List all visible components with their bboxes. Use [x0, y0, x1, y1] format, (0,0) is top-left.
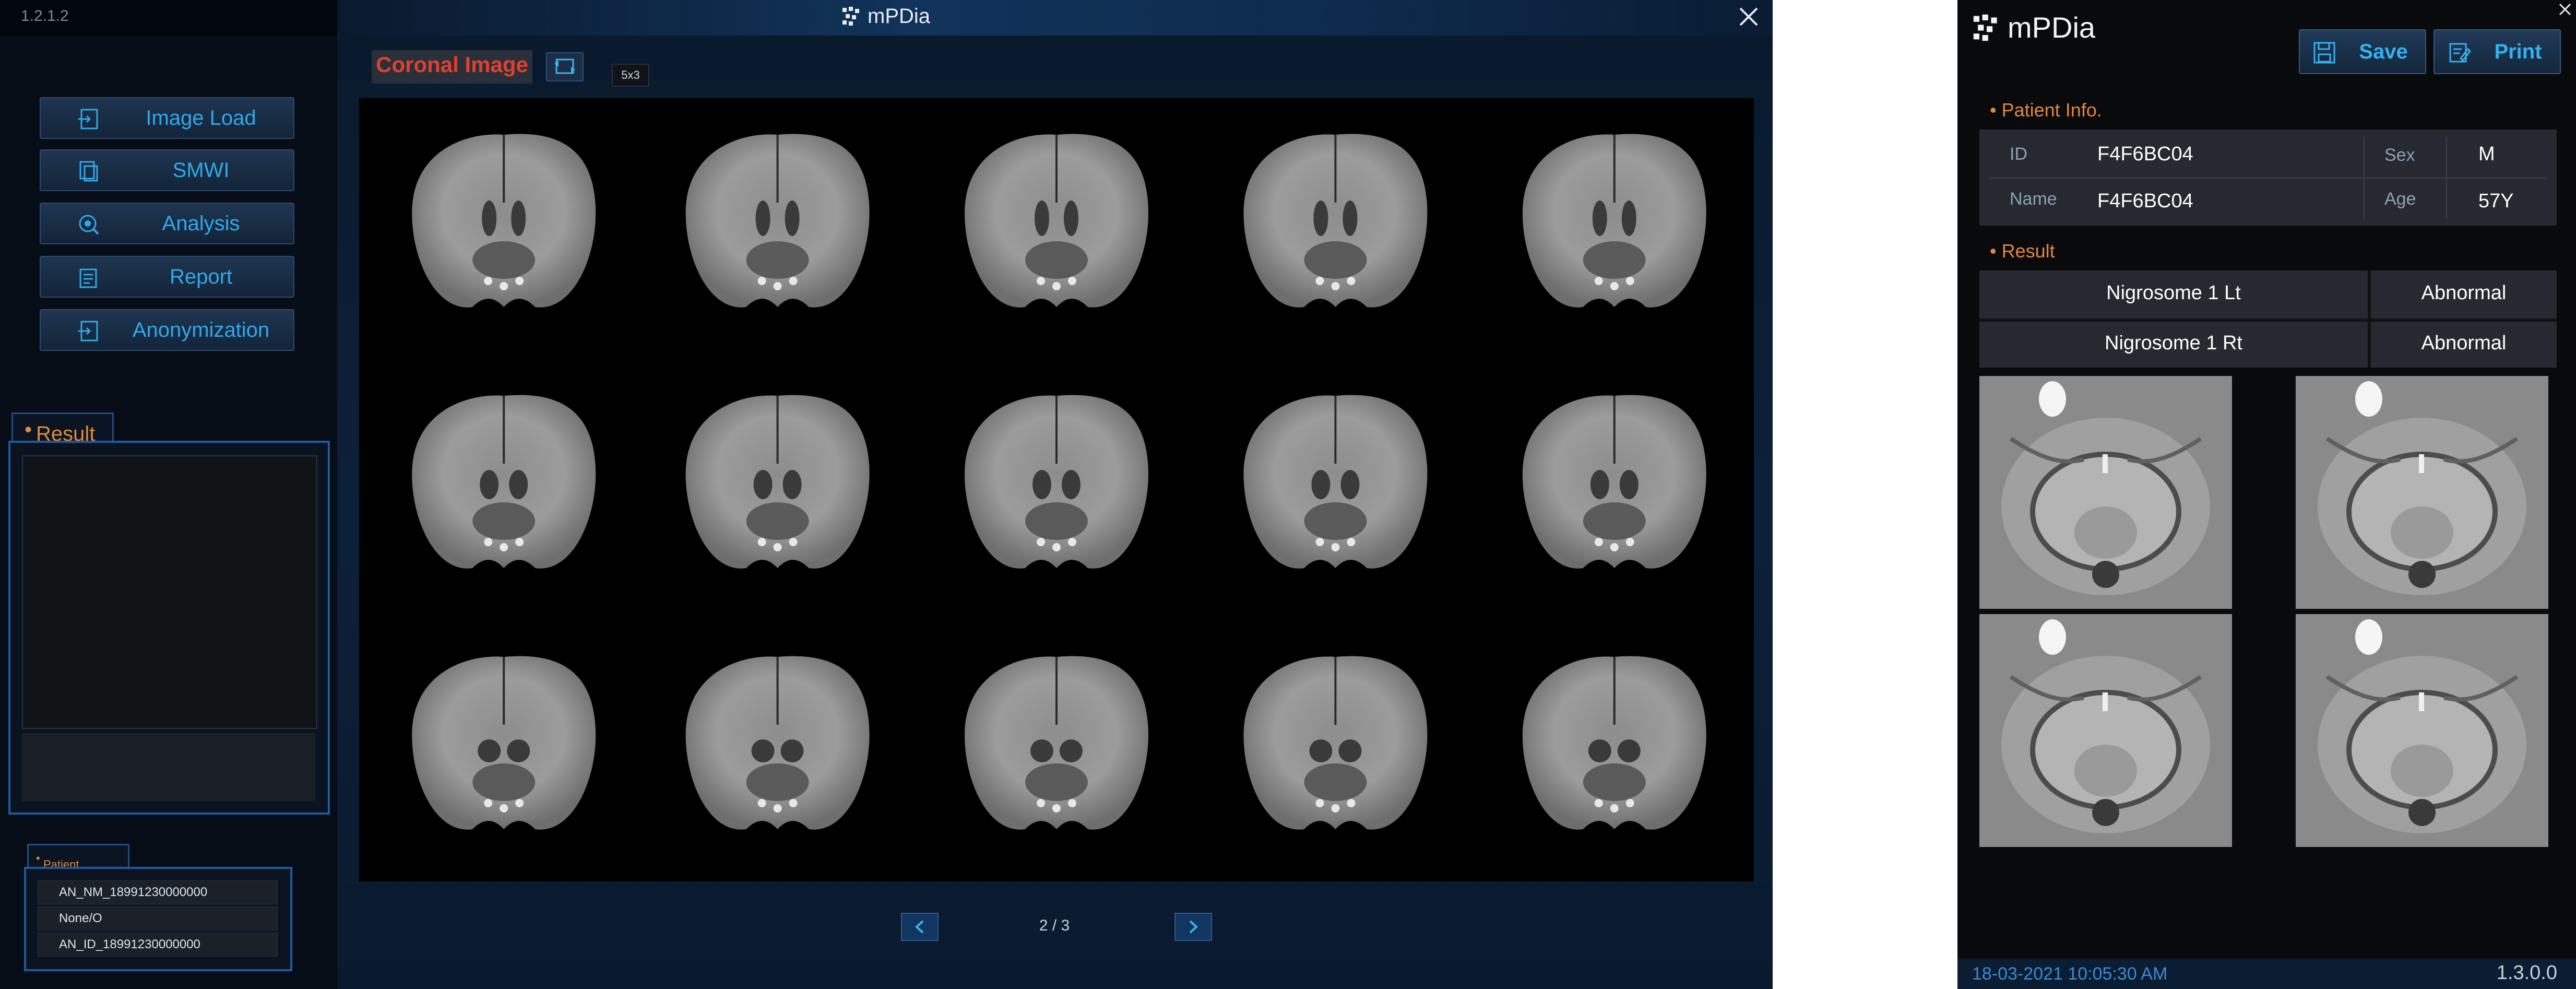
- mri-image-top-right: [2296, 376, 2548, 609]
- anonymization-icon: [78, 321, 98, 342]
- patient-info-tab: • Patient Info.: [27, 844, 129, 885]
- patient-sex-value: M: [2478, 143, 2495, 165]
- smwi-label: SMWI: [172, 158, 230, 182]
- coronal-slice: [965, 134, 1148, 308]
- coronal-slice-grid: [412, 134, 1706, 830]
- page-indicator: 2 / 3: [1039, 917, 1070, 934]
- analysis-button[interactable]: Analysis: [40, 203, 294, 244]
- result-tab: • Result: [11, 413, 114, 445]
- result-name: Nigrosome 1 Rt: [2105, 332, 2242, 354]
- version-label: 1.2.1.2: [21, 7, 69, 25]
- mri-image-top-left: [1979, 376, 2232, 609]
- patient-sex-age-row: None/O: [38, 906, 278, 931]
- patient-id-value: F4F6BC04: [2097, 143, 2193, 165]
- report-version: 1.3.0.0: [2496, 962, 2557, 984]
- report-datetime: 18-03-2021 10:05:30 AM: [1972, 964, 2168, 984]
- result-value: Abnormal: [2421, 282, 2507, 304]
- print-icon: [2449, 43, 2471, 63]
- patient-id-row: AN_ID_18991230000000: [38, 933, 278, 957]
- result-value: Abnormal: [2421, 332, 2507, 354]
- result-heading: • Result: [1990, 240, 2055, 262]
- coronal-slice: [412, 395, 596, 569]
- image-viewport[interactable]: [359, 98, 1754, 881]
- print-button[interactable]: Print: [2433, 29, 2561, 74]
- patient-name-value: F4F6BC04: [2097, 190, 2193, 212]
- mpdia-logo-icon: [1973, 14, 1997, 41]
- save-label: Save: [2359, 40, 2408, 63]
- swap-view-button[interactable]: [546, 52, 584, 81]
- report-icon: [79, 268, 97, 288]
- analysis-label: Analysis: [162, 211, 240, 235]
- age-key: Age: [2384, 189, 2416, 209]
- coronal-slice: [1522, 134, 1706, 308]
- coronal-slice: [1522, 395, 1706, 569]
- coronal-slice: [412, 656, 596, 830]
- swap-icon: [554, 58, 575, 74]
- chevron-left-icon: [915, 920, 924, 934]
- result-footer: [22, 733, 315, 801]
- coronal-slice: [965, 656, 1148, 830]
- report-window: mPDia Save Print • Patient Info. ID F4F6…: [1957, 0, 2576, 989]
- grid-layout-button[interactable]: 5x3: [612, 64, 649, 87]
- id-key: ID: [2010, 144, 2027, 164]
- result-table: Nigrosome 1 Lt Abnormal Nigrosome 1 Rt A…: [1979, 270, 2557, 368]
- smwi-icon: [79, 161, 98, 182]
- save-icon: [2313, 42, 2335, 64]
- image-load-label: Image Load: [146, 106, 256, 129]
- patient-info-table: ID F4F6BC04 Sex M Name F4F6BC04 Age 57Y: [1979, 129, 2557, 226]
- chevron-right-icon: [1189, 920, 1198, 934]
- report-app-name: mPDia: [2008, 11, 2096, 44]
- print-label: Print: [2494, 40, 2542, 63]
- next-page-button[interactable]: [1174, 913, 1212, 941]
- report-label: Report: [169, 265, 233, 288]
- anonymization-button[interactable]: Anonymization: [40, 309, 294, 351]
- result-list: [22, 455, 317, 729]
- status-bar: 18-03-2021 10:05:30 AM 1.3.0.0: [1957, 959, 2576, 989]
- app-logo: mPDia: [841, 3, 930, 29]
- viewer-title: Coronal Image: [376, 52, 528, 77]
- title-bar: 1.2.1.2 mPDia: [0, 0, 1773, 36]
- patient-info-panel: AN_NM_18991230000000 None/O AN_ID_189912…: [24, 867, 292, 971]
- name-key: Name: [2010, 189, 2057, 209]
- mri-image-bottom-right: [2296, 614, 2548, 847]
- close-icon: [2559, 3, 2571, 16]
- coronal-slice: [1243, 656, 1428, 830]
- previous-page-button[interactable]: [901, 913, 939, 941]
- coronal-image-title: Coronal Image: [372, 50, 532, 84]
- coronal-slice: [685, 395, 870, 569]
- coronal-slice: [1243, 395, 1428, 569]
- patient-name-row: AN_NM_18991230000000: [38, 880, 278, 904]
- result-name: Nigrosome 1 Lt: [2106, 282, 2241, 304]
- smwi-button[interactable]: SMWI: [40, 149, 294, 191]
- result-panel: [8, 441, 330, 815]
- mri-image-bottom-left: [1979, 614, 2232, 847]
- coronal-slice: [1522, 656, 1706, 830]
- close-icon: [1739, 7, 1758, 26]
- image-load-icon: [78, 109, 98, 129]
- mpdia-logo-icon: [842, 7, 859, 26]
- report-close-button[interactable]: [2556, 0, 2574, 19]
- image-load-button[interactable]: Image Load: [40, 97, 294, 139]
- coronal-slice: [685, 656, 870, 830]
- analysis-icon: [79, 215, 99, 235]
- report-app-logo: mPDia: [1972, 10, 2095, 44]
- patient-age-value: 57Y: [2478, 190, 2514, 212]
- main-application-window: 1.2.1.2 mPDia Image Load SMWI Analysis R…: [0, 0, 1773, 989]
- app-name: mPDia: [868, 4, 931, 28]
- sex-key: Sex: [2384, 145, 2415, 165]
- close-button[interactable]: [1734, 2, 1763, 31]
- report-button[interactable]: Report: [40, 256, 294, 298]
- coronal-slice: [412, 134, 596, 308]
- anonymization-label: Anonymization: [132, 318, 270, 342]
- save-button[interactable]: Save: [2299, 29, 2426, 74]
- coronal-slice: [1243, 134, 1428, 308]
- coronal-slice: [685, 134, 870, 308]
- patient-info-heading: • Patient Info.: [1990, 99, 2102, 121]
- coronal-slice: [965, 395, 1148, 569]
